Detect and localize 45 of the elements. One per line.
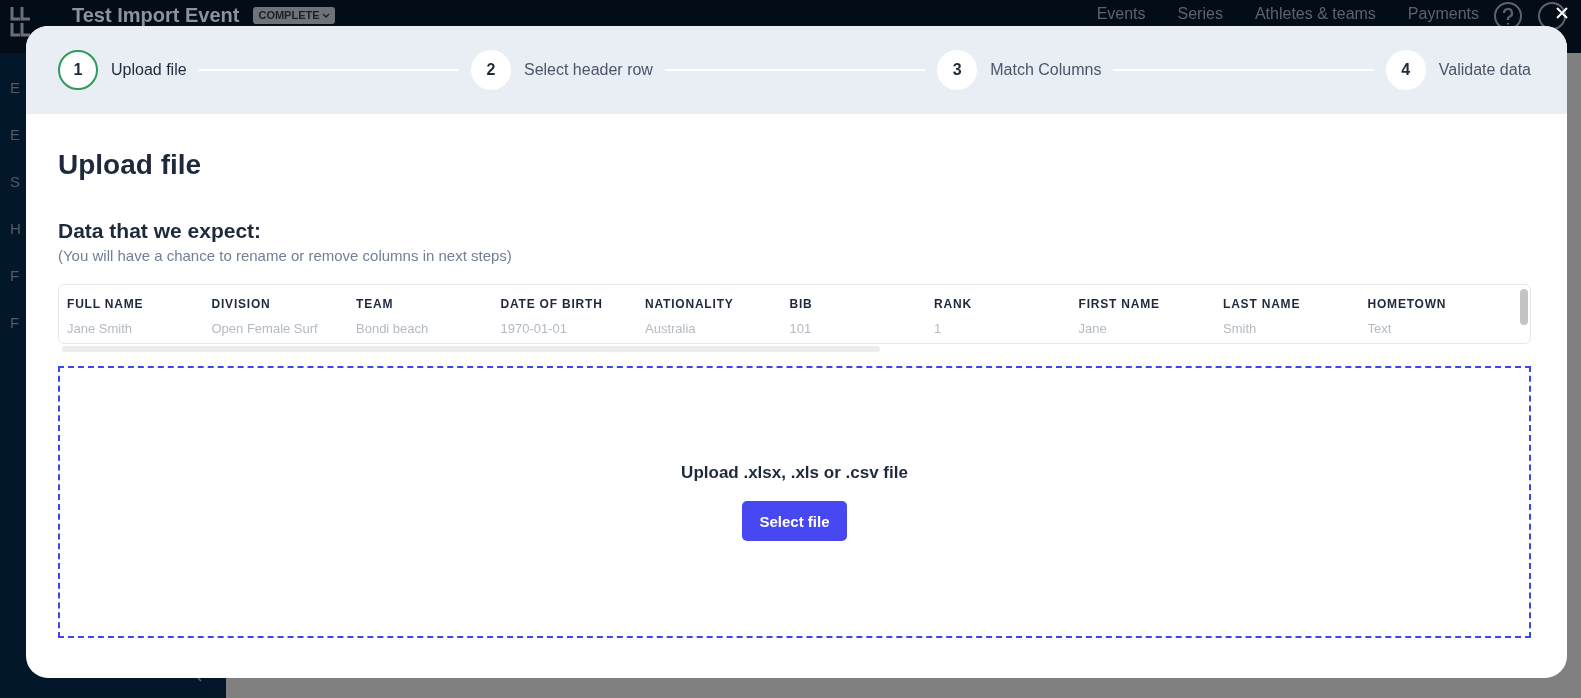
column-header: LAST NAME [1223, 296, 1302, 313]
step-number: 4 [1385, 50, 1426, 90]
column-header: HOMETOWN [1367, 296, 1448, 313]
dropzone[interactable]: Upload .xlsx, .xls or .csv file Select file [58, 366, 1531, 638]
column-header: DIVISION [211, 296, 272, 313]
column-header: FULL NAME [67, 296, 145, 313]
nav-link[interactable]: Payments [1407, 5, 1479, 23]
step-number: 2 [470, 50, 511, 90]
close-icon[interactable] [1555, 6, 1569, 20]
table-cell-text: Open Female Surf [211, 321, 319, 338]
column-header: BIB [789, 296, 814, 313]
column-header: TEAM [356, 296, 395, 313]
table-cell-text: Bondi beach [356, 321, 430, 338]
step-label: Validate data [1438, 61, 1531, 79]
logo-icon [10, 5, 32, 37]
dialog-title: Upload file [58, 148, 203, 182]
table-cell-text: 101 [789, 321, 813, 338]
event-title: Test Import Event [72, 5, 240, 25]
column-header: DATE OF BIRTH [500, 296, 604, 313]
table-cell-text: Jane Smith [67, 321, 134, 338]
column-header: NATIONALITY [645, 296, 735, 313]
user-avatar-icon[interactable] [1537, 1, 1567, 31]
column-header: RANK [934, 296, 973, 313]
table-cell-text: Text [1367, 321, 1393, 338]
step-number: 3 [937, 50, 978, 90]
step-number: 1 [58, 50, 98, 90]
status-badge[interactable]: COMPLETE [253, 7, 335, 24]
section-title: Data that we expect: [58, 218, 263, 244]
column-header: FIRST NAME [1078, 296, 1161, 313]
nav-link[interactable]: Events [1096, 5, 1146, 23]
step-label: Select header row [523, 61, 653, 79]
select-file-button[interactable]: Select file [742, 501, 847, 541]
table-cell-text: Smith [1223, 321, 1258, 338]
nav-link[interactable]: Athletes & teams [1254, 5, 1376, 23]
step-label: Match Columns [990, 61, 1102, 79]
table-cell-text: 1970-01-01 [500, 321, 568, 338]
dropzone-prompt: Upload .xlsx, .xls or .csv file [681, 463, 908, 483]
table-cell-text: 1 [934, 321, 943, 338]
caret-icon [321, 12, 330, 19]
table-cell-text: Jane [1078, 321, 1108, 338]
section-note: (You will have a chance to rename or remove columns in next steps) [58, 246, 513, 266]
scrollbar-thumb[interactable] [1520, 289, 1528, 325]
table-cell-text: Australia [645, 321, 697, 338]
nav-link[interactable]: Series [1177, 5, 1223, 23]
step-label: Upload file [111, 61, 187, 79]
